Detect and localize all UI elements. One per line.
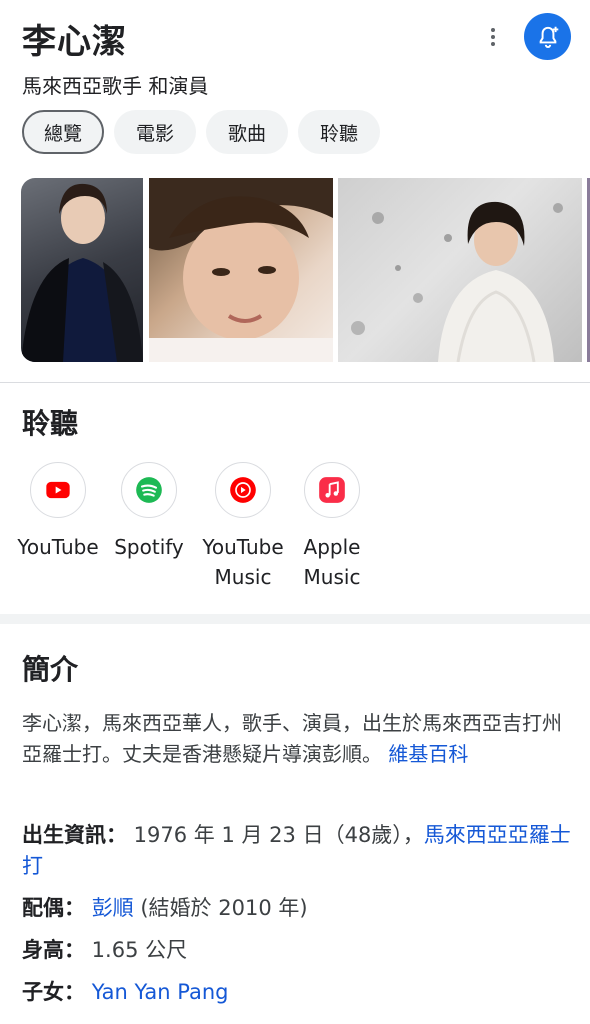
entity-title: 李心潔 — [22, 22, 127, 62]
image-carousel[interactable] — [21, 178, 590, 362]
service-label: Spotify — [114, 535, 184, 559]
knowledge-panel-header: 李心潔 馬來西亞歌手 和演員 — [0, 0, 590, 110]
fact-children: 子女： Yan Yan Pang — [22, 977, 582, 1008]
service-youtube[interactable]: YouTube — [10, 462, 106, 562]
spouse-link[interactable]: 彭順 — [92, 896, 134, 920]
follow-bell-button[interactable] — [524, 13, 571, 60]
facts-list: 出生資訊： 1976 年 1 月 23 日（48歲），馬來西亞亞羅士打 配偶： … — [22, 820, 582, 1019]
wikipedia-link[interactable]: 維基百科 — [388, 742, 468, 766]
section-separator — [0, 614, 590, 624]
bell-plus-icon — [539, 26, 558, 48]
fact-value: (結婚於 2010 年) — [133, 896, 308, 920]
service-label: YouTube — [17, 535, 99, 559]
listen-section-title: 聆聽 — [22, 407, 79, 440]
photo-3[interactable] — [338, 178, 582, 362]
tab-overview[interactable]: 總覽 — [22, 110, 105, 154]
tab-songs[interactable]: 歌曲 — [206, 110, 289, 154]
more-options-icon[interactable] — [480, 24, 506, 50]
service-spotify[interactable]: Spotify — [101, 462, 197, 562]
fact-value: 1976 年 1 月 23 日（48歲） — [127, 823, 403, 847]
photo-1[interactable] — [21, 178, 143, 362]
photo-2[interactable] — [149, 178, 333, 362]
service-apple-music[interactable]: Apple Music — [284, 462, 380, 592]
fact-separator: ， — [402, 823, 424, 847]
fact-label: 出生資訊： — [22, 823, 127, 847]
service-label: YouTube Music — [202, 535, 284, 589]
listen-services: YouTube Spotify YouTube Music Apple Musi… — [10, 462, 390, 592]
section-divider — [0, 382, 590, 383]
tab-movies[interactable]: 電影 — [114, 110, 197, 154]
fact-value: 1.65 公尺 — [85, 938, 188, 962]
tab-listen[interactable]: 聆聽 — [298, 110, 381, 154]
youtube-music-icon — [215, 462, 271, 518]
intro-description: 李心潔，馬來西亞華人，歌手、演員，出生於馬來西亞吉打州亞羅士打。丈夫是香港懸疑片… — [22, 708, 568, 770]
intro-section-title: 簡介 — [22, 653, 79, 686]
youtube-icon — [30, 462, 86, 518]
apple-music-icon — [304, 462, 360, 518]
service-youtube-music[interactable]: YouTube Music — [195, 462, 291, 592]
entity-subtitle: 馬來西亞歌手 和演員 — [22, 74, 209, 98]
children-link[interactable]: Yan Yan Pang — [92, 980, 229, 1004]
fact-label: 身高： — [22, 938, 85, 962]
service-label: Apple Music — [303, 535, 361, 589]
spotify-icon — [121, 462, 177, 518]
fact-label: 配偶： — [22, 896, 85, 920]
fact-spouse: 配偶： 彭順 (結婚於 2010 年) — [22, 893, 582, 924]
fact-label: 子女： — [22, 980, 85, 1004]
tab-bar: 總覽 電影 歌曲 聆聽 — [22, 110, 381, 154]
intro-text: 李心潔，馬來西亞華人，歌手、演員，出生於馬來西亞吉打州亞羅士打。丈夫是香港懸疑片… — [22, 711, 562, 766]
fact-birth: 出生資訊： 1976 年 1 月 23 日（48歲），馬來西亞亞羅士打 — [22, 820, 582, 882]
fact-height: 身高： 1.65 公尺 — [22, 935, 582, 966]
